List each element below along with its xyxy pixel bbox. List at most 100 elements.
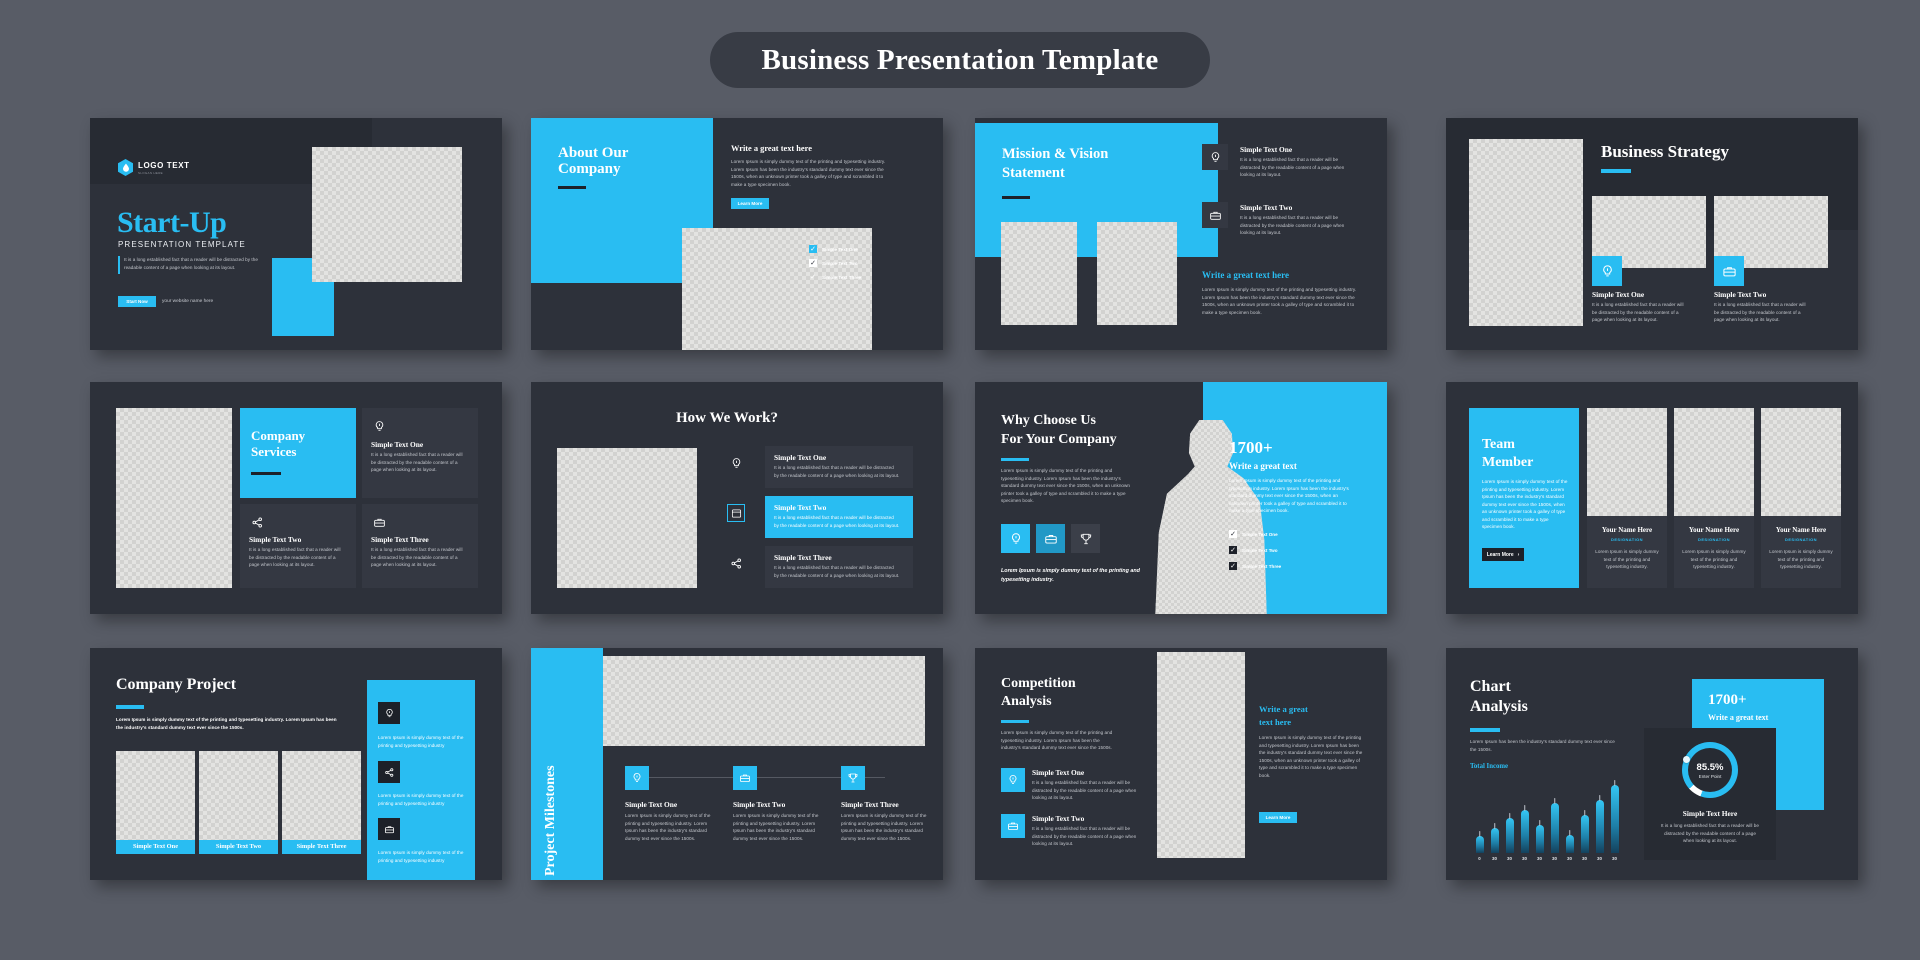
slide11-item-body-1: It is a long established fact that a rea…: [1032, 780, 1137, 801]
bar-chart-tick-label: 30: [1612, 856, 1617, 861]
slide11-title-line2: Analysis: [1001, 694, 1052, 709]
lightbulb-icon: [1592, 256, 1622, 286]
slide-competition-analysis[interactable]: Competition Analysis Lorem Ipsum is simp…: [975, 648, 1387, 880]
slide8-member-photo-1: [1587, 408, 1667, 516]
slide9-side-body-2: Lorem Ipsum is simply dummy text of the …: [378, 793, 464, 806]
bar-chart-tick-label: 30: [1492, 856, 1497, 861]
checkbox-icon[interactable]: ✓: [809, 245, 817, 253]
slide-about-our-company[interactable]: About Our Company Write a great text her…: [531, 118, 943, 350]
donut-handle[interactable]: [1683, 756, 1690, 763]
slide9-caption-1: Simple Text One: [132, 843, 179, 850]
slide4-image-placeholder-main: [1469, 139, 1583, 326]
browser-icon[interactable]: [727, 504, 745, 522]
slide2-right-title: Write a great text here: [731, 144, 812, 153]
bar-chart-tick-label: 30: [1537, 856, 1542, 861]
slide9-caption-3: Simple Text Three: [296, 843, 347, 850]
slide7-title-rule: [1001, 458, 1029, 461]
bar-chart-tick-label: 30: [1522, 856, 1527, 861]
slide11-right-title-line1: Write a great: [1259, 704, 1308, 714]
slide-project-milestones[interactable]: Project Milestones Simple Text One Lorem…: [531, 648, 943, 880]
checkbox-icon[interactable]: ✓: [1229, 546, 1237, 554]
briefcase-icon: [1001, 814, 1025, 838]
slide-business-strategy[interactable]: Business Strategy Simple Text One It is …: [1446, 118, 1858, 350]
slide2-check-row-2[interactable]: ✓ Simple Text Two: [809, 259, 858, 267]
slide7-stat-number: 1700+: [1229, 438, 1273, 457]
slide9-caption-2: Simple Text Two: [215, 843, 262, 850]
slide2-check-row-1[interactable]: ✓ Simple Text One: [809, 245, 858, 253]
slide-team-member[interactable]: Team Member Lorem Ipsum is simply dummy …: [1446, 382, 1858, 614]
slide3-bottom-title: Write a great text here: [1202, 270, 1289, 280]
slide10-step-body-2: Lorem Ipsum is simply dummy text of the …: [733, 813, 819, 841]
slide8-member-body-1: Lorem Ipsum is simply dummy text of the …: [1595, 549, 1659, 570]
bar-chart-tick-label: 30: [1582, 856, 1587, 861]
lightbulb-icon[interactable]: [1001, 524, 1030, 553]
slide10-image-placeholder: [603, 656, 925, 746]
slide8-member-photo-3: [1761, 408, 1841, 516]
slide1-website: your website name here: [162, 299, 214, 304]
briefcase-icon[interactable]: [1036, 524, 1065, 553]
bar-chart-bar: [1610, 784, 1619, 853]
start-now-button[interactable]: Start Now: [118, 296, 156, 307]
slide-chart-analysis[interactable]: Chart Analysis Lorem Ipsum has been the …: [1446, 648, 1858, 880]
bar-chart-tick-label: 30: [1552, 856, 1557, 861]
bar-chart-axis: 0 30 30 30 30 30 30 30 30 30: [1472, 856, 1622, 864]
checkbox-icon[interactable]: ✓: [809, 259, 817, 267]
slide12-title-line1: Chart: [1470, 678, 1511, 695]
slide8-member-name-2: Your Name Here: [1688, 526, 1740, 534]
slide5-card-body-2: It is a long established fact that a rea…: [249, 547, 341, 568]
slide4-card-heading-2: Simple Text Two: [1714, 290, 1767, 299]
slide5-image-placeholder: [116, 408, 232, 588]
slide3-title-rule: [1002, 196, 1030, 199]
slide4-card-heading-1: Simple Text One: [1592, 290, 1645, 299]
slide2-check-row-3[interactable]: ✓ Simple Text Three: [809, 273, 861, 281]
briefcase-icon: [733, 766, 757, 790]
slide5-title-rule: [251, 472, 281, 475]
slide5-card-heading-3: Simple Text Three: [371, 535, 429, 544]
slide-why-choose-us[interactable]: Why Choose Us For Your Company Lorem Ips…: [975, 382, 1387, 614]
slide3-item-heading-2: Simple Text Two: [1240, 203, 1293, 212]
slide7-check-row-1[interactable]: ✓ Simple Text One: [1229, 530, 1278, 538]
slide10-step-body-1: Lorem Ipsum is simply dummy text of the …: [625, 813, 711, 841]
slide-how-we-work[interactable]: How We Work? Simple Text One It is a lon…: [531, 382, 943, 614]
slide3-item-body-1: It is a long established fact that a rea…: [1240, 157, 1345, 178]
slide3-image-placeholder-2: [1097, 222, 1177, 325]
slide2-learn-more-button[interactable]: Learn More: [731, 198, 769, 209]
slide11-item-heading-2: Simple Text Two: [1032, 814, 1085, 823]
donut-center: 85.5% Enter Point: [1688, 748, 1732, 792]
slide9-title: Company Project: [116, 676, 237, 693]
slide6-title: How We Work?: [676, 410, 778, 426]
slide11-learn-more-button[interactable]: Learn More: [1259, 812, 1297, 823]
slide9-image-placeholder-3: [282, 751, 361, 843]
lightbulb-icon: [371, 418, 387, 434]
slide9-side-body-1: Lorem Ipsum is simply dummy text of the …: [378, 735, 464, 748]
logo-text: LOGO TEXT: [138, 161, 190, 170]
bar-chart-bar: [1535, 824, 1544, 853]
slide8-learn-more-button[interactable]: Learn More ›: [1482, 548, 1524, 561]
slide-start-up[interactable]: LOGO TEXT SLOGAN HERE Start-Up PRESENTAT…: [90, 118, 502, 350]
chevron-right-icon: ›: [1517, 551, 1520, 558]
slide8-member-name-3: Your Name Here: [1775, 526, 1827, 534]
slide8-member-designation-2: DESIGNATION: [1698, 537, 1730, 542]
slide8-body: Lorem Ipsum is simply dummy text of the …: [1482, 479, 1568, 530]
checkbox-icon[interactable]: ✓: [1229, 530, 1237, 538]
slide7-check-row-3[interactable]: ✓ Simple Text Three: [1229, 562, 1281, 570]
bar-chart-bar: [1580, 814, 1589, 853]
slide2-title-rule: [558, 186, 586, 189]
checkbox-icon[interactable]: ✓: [1229, 562, 1237, 570]
bar-chart-bar: [1565, 834, 1574, 853]
bar-chart-bar: [1475, 836, 1484, 853]
slide9-body: Lorem Ipsum is simply dummy text of the …: [116, 717, 337, 730]
briefcase-icon: [1202, 202, 1228, 228]
lightbulb-icon: [625, 766, 649, 790]
slide7-check-row-2[interactable]: ✓ Simple Text Two: [1229, 546, 1278, 554]
briefcase-icon: [371, 514, 387, 530]
slide9-side-body-3: Lorem Ipsum is simply dummy text of the …: [378, 850, 464, 863]
bar-chart-tick-label: 30: [1597, 856, 1602, 861]
slide10-title: Project Milestones: [543, 765, 558, 876]
checkbox-icon[interactable]: ✓: [809, 273, 817, 281]
slide-mission-vision[interactable]: Mission & Vision Statement Simple Text O…: [975, 118, 1387, 350]
trophy-icon[interactable]: [1071, 524, 1100, 553]
slide-company-project[interactable]: Company Project Lorem Ipsum is simply du…: [90, 648, 502, 880]
slide-company-services[interactable]: Company Services Simple Text One It is a…: [90, 382, 502, 614]
slide11-right-title-line2: text here: [1259, 717, 1292, 727]
